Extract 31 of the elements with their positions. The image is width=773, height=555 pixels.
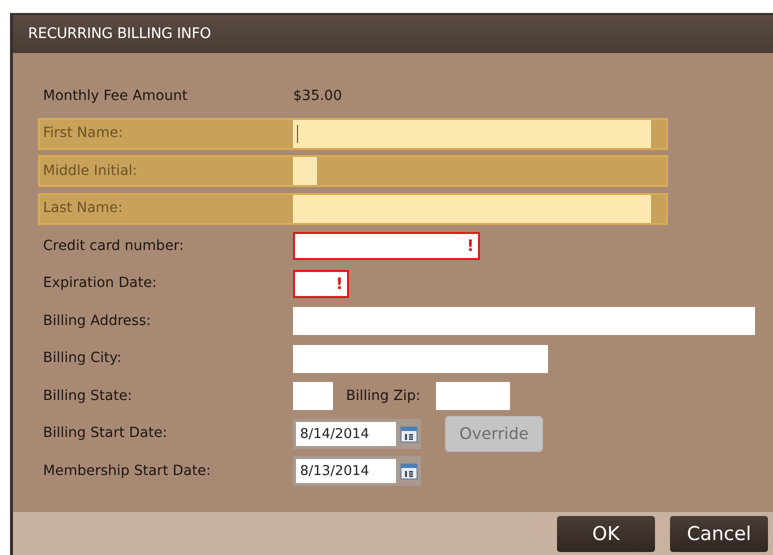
field-label: Monthly Fee Amount: [43, 86, 188, 106]
dialog-title: RECURRING BILLING INFO: [13, 15, 773, 53]
input-field[interactable]: [293, 157, 317, 185]
field-label: First Name:: [43, 124, 124, 143]
field-label: Membership Start Date:: [43, 462, 212, 480]
date-field[interactable]: 8/14/2014: [296, 422, 396, 446]
field-label: Last Name:: [43, 199, 124, 218]
dialog-button[interactable]: OK: [557, 516, 655, 552]
fee-value: $35.00: [293, 86, 343, 106]
dialog-button[interactable]: Cancel: [670, 516, 768, 552]
input-field[interactable]: [293, 194, 651, 222]
field-label: Expiration Date:: [43, 274, 158, 293]
field-label: Billing Address:: [43, 312, 152, 330]
input-field[interactable]: [293, 382, 333, 410]
field-label: Billing Start Date:: [43, 424, 168, 443]
field-label: Credit card number:: [43, 236, 185, 256]
input-field[interactable]: [293, 120, 651, 148]
calendar-icon[interactable]: [400, 424, 418, 442]
date-field[interactable]: 8/13/2014: [296, 459, 396, 483]
input-field[interactable]: [293, 270, 349, 298]
field-label: Billing Zip:: [346, 386, 420, 406]
input-field[interactable]: [293, 307, 755, 335]
error-mark: !: [336, 272, 343, 294]
input-field[interactable]: [293, 344, 548, 372]
calendar-icon[interactable]: [400, 462, 418, 480]
input-field[interactable]: [436, 382, 510, 410]
error-mark: !: [466, 235, 474, 257]
field-label: Middle Initial:: [43, 162, 138, 180]
field-label: Billing State:: [43, 386, 134, 406]
input-field[interactable]: [293, 232, 480, 260]
field-label: Billing City:: [43, 349, 123, 368]
